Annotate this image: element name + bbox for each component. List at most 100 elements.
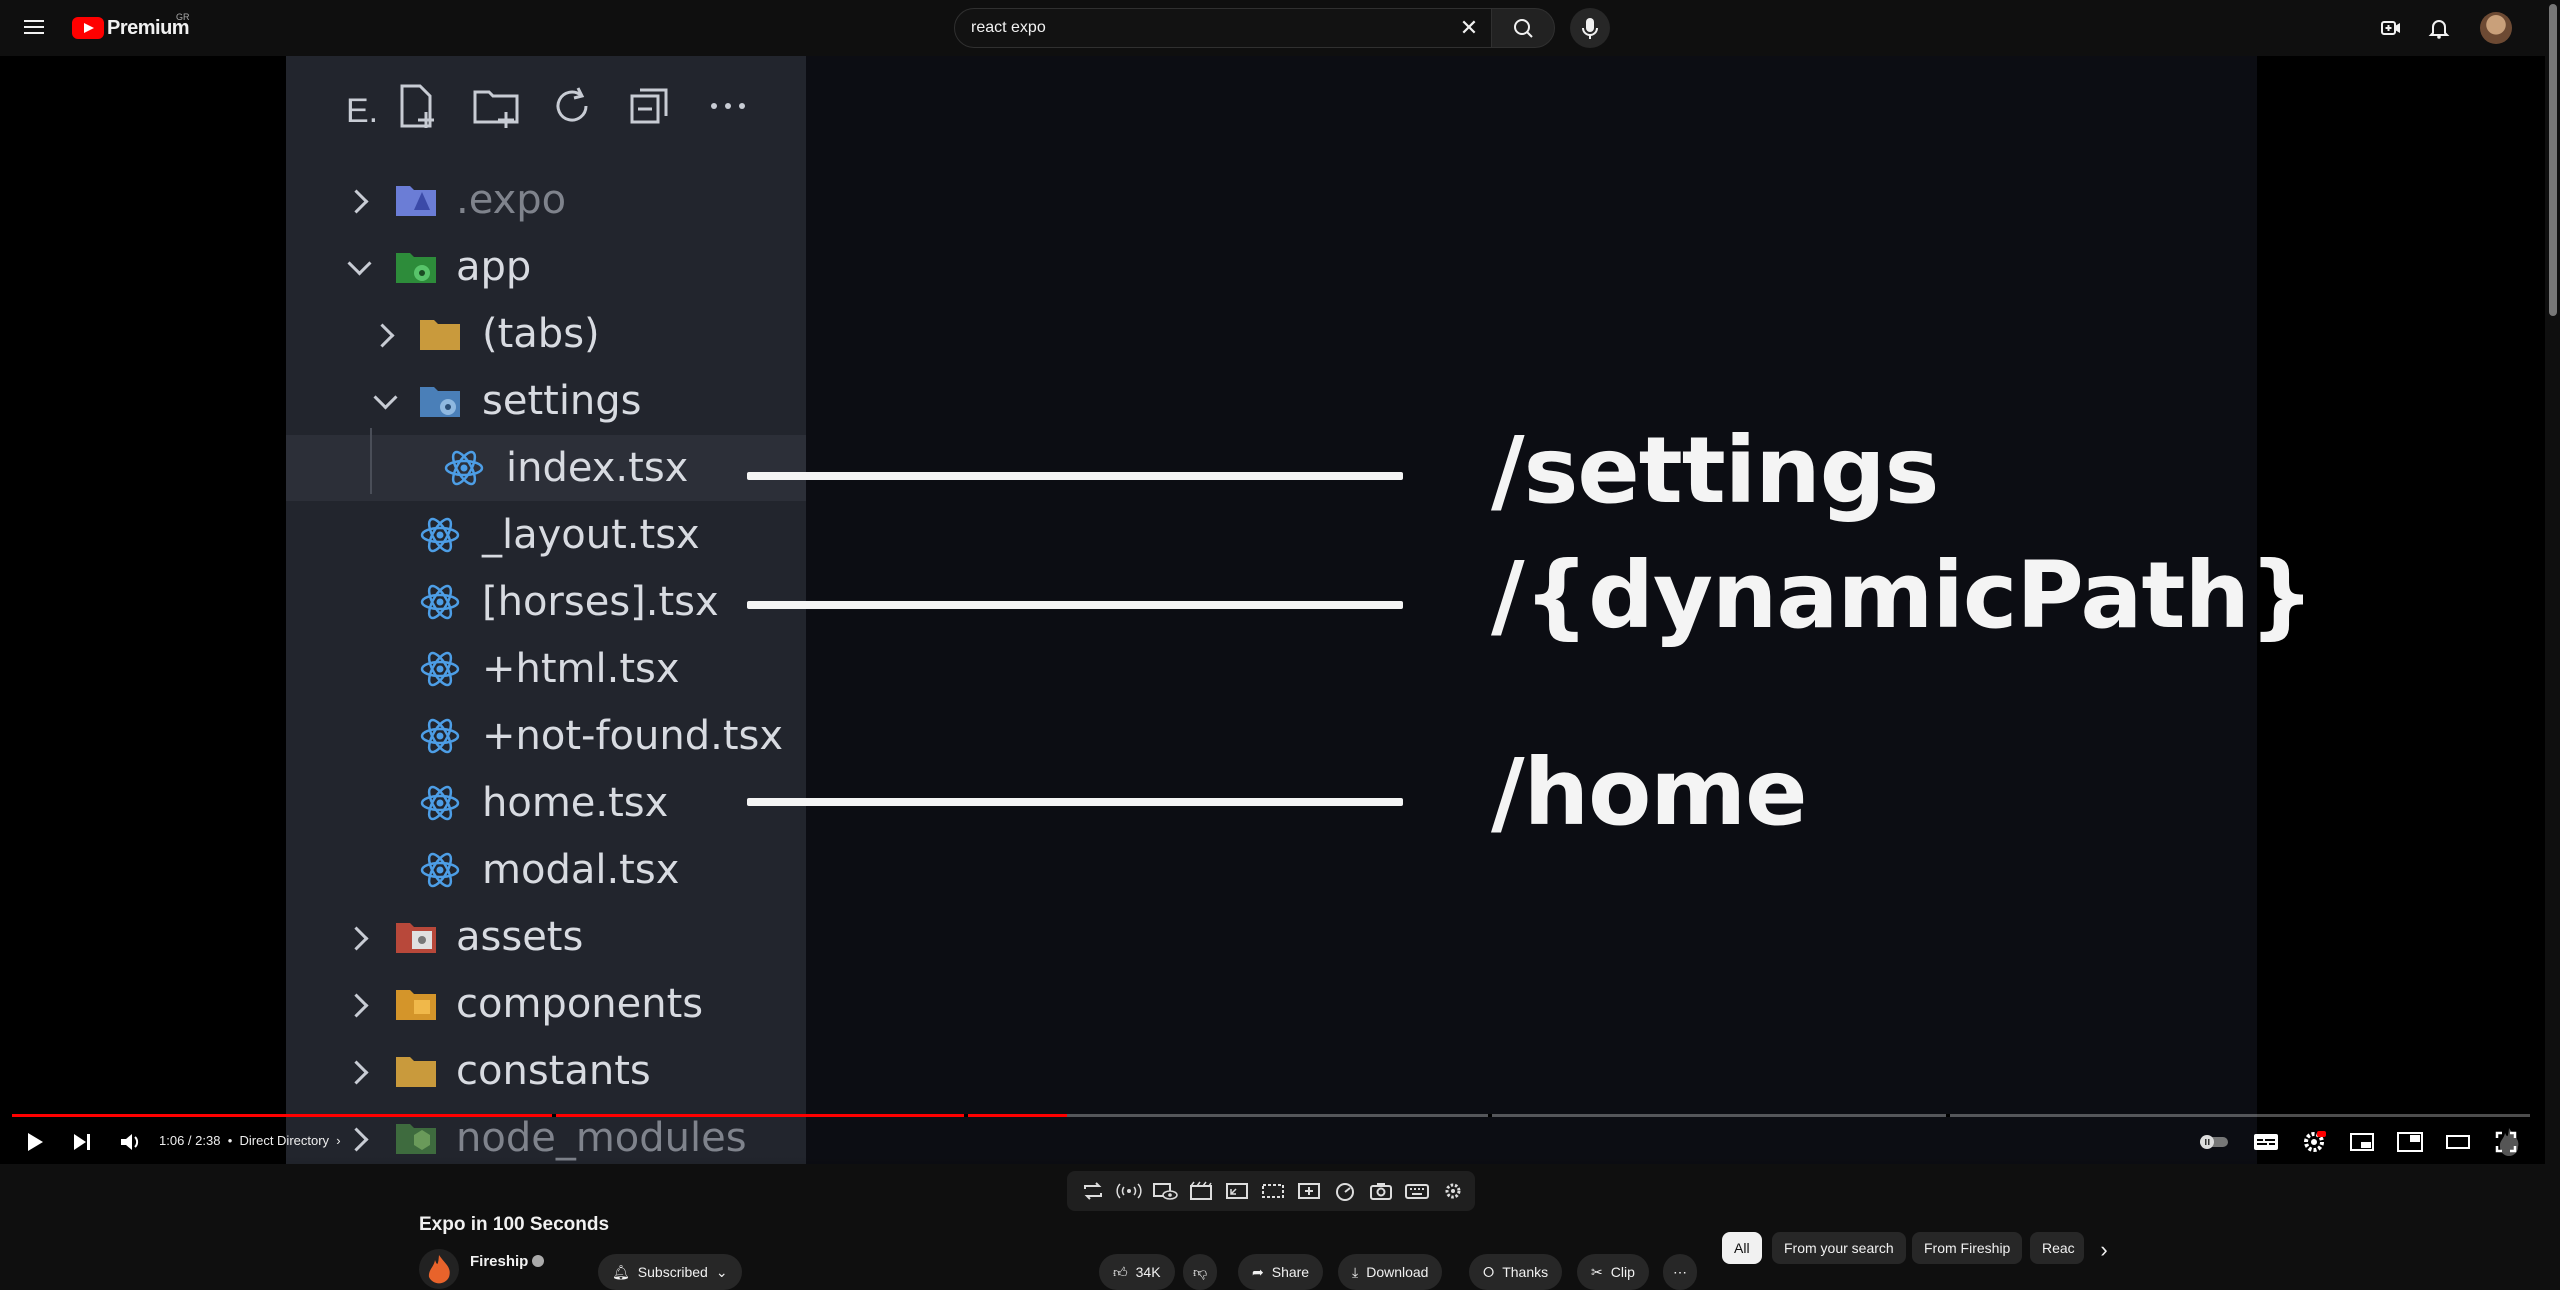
thumbs-down-icon: 👎︎ bbox=[1193, 1263, 1208, 1280]
progress-fill bbox=[12, 1114, 1068, 1117]
audio-mode-icon[interactable] bbox=[1115, 1179, 1143, 1203]
chapter-marker bbox=[964, 1114, 968, 1117]
clip-button[interactable]: ✂ Clip bbox=[1577, 1254, 1649, 1290]
chapter-marker bbox=[1488, 1114, 1492, 1117]
tree-item-label: constants bbox=[456, 1048, 651, 1094]
like-count: 34K bbox=[1135, 1264, 1161, 1280]
chip-react[interactable]: Reac bbox=[2030, 1232, 2084, 1264]
tree-item-modal-file: modal.tsx bbox=[286, 837, 806, 903]
screenshot-icon[interactable] bbox=[1367, 1179, 1395, 1203]
tree-item-index-file: index.tsx bbox=[286, 435, 806, 501]
fit-screen-icon[interactable] bbox=[1259, 1179, 1287, 1203]
clear-search-icon[interactable]: ✕ bbox=[1457, 16, 1481, 40]
fireship-logo-icon bbox=[428, 1255, 450, 1284]
react-file-icon bbox=[420, 517, 460, 553]
like-button[interactable]: 👍︎ 34K bbox=[1099, 1254, 1175, 1290]
subtitles-icon[interactable] bbox=[2248, 1124, 2284, 1160]
thanks-button[interactable]: ⭘ Thanks bbox=[1469, 1254, 1563, 1290]
indent-guide bbox=[370, 428, 372, 494]
tree-item-label: home.tsx bbox=[482, 780, 669, 826]
settings-gear-icon[interactable] bbox=[2296, 1124, 2332, 1160]
channel-name[interactable]: Fireship bbox=[470, 1253, 528, 1270]
chips-next-chevron-icon[interactable]: › bbox=[2090, 1236, 2118, 1264]
progress-bar[interactable] bbox=[12, 1114, 2530, 1117]
refresh-icon bbox=[556, 87, 588, 122]
download-icon: ⤓ bbox=[1352, 1263, 1359, 1280]
time-display: 1:06 / 2:38 • Direct Directory › bbox=[159, 1133, 341, 1148]
share-button[interactable]: ➦ Share bbox=[1238, 1254, 1324, 1290]
youtube-play-icon bbox=[72, 17, 104, 39]
playback-speed-icon[interactable] bbox=[1331, 1179, 1359, 1203]
time-current: 1:06 / 2:38 bbox=[159, 1133, 221, 1148]
tree-item-label: index.tsx bbox=[506, 445, 689, 491]
masthead: Premium GR ✕ bbox=[0, 0, 2560, 56]
volume-button[interactable] bbox=[112, 1124, 148, 1160]
settings-folder-icon bbox=[420, 387, 460, 417]
play-button[interactable] bbox=[16, 1124, 52, 1160]
thanks-icon: ⭘ bbox=[1483, 1263, 1495, 1280]
chevron-right-icon bbox=[374, 324, 394, 344]
chevron-right-icon[interactable]: › bbox=[333, 1133, 340, 1148]
explorer-toolbar: E. bbox=[286, 56, 806, 156]
connector-line-settings bbox=[747, 472, 1403, 480]
chevron-right-icon bbox=[348, 1128, 368, 1148]
app-folder-icon bbox=[396, 253, 436, 283]
bell-icon: 🔔︎ bbox=[612, 1263, 630, 1280]
scrollbar-thumb[interactable] bbox=[2549, 4, 2557, 316]
popup-player-icon[interactable] bbox=[1295, 1179, 1323, 1203]
watched-icon[interactable] bbox=[1151, 1179, 1179, 1203]
fullscreen-icon[interactable] bbox=[2488, 1124, 2524, 1160]
chip-from-your-search[interactable]: From your search bbox=[1772, 1232, 1906, 1264]
tree-item-home-file: home.tsx bbox=[286, 770, 806, 836]
subscribed-button[interactable]: 🔔︎ Subscribed ⌄ bbox=[598, 1254, 742, 1290]
keyboard-shortcuts-icon[interactable] bbox=[1403, 1179, 1431, 1203]
tree-item-app-folder: app bbox=[286, 234, 806, 300]
folder-icon bbox=[396, 1057, 436, 1087]
tree-item-label: [horses].tsx bbox=[482, 579, 719, 625]
more-horizontal-icon: ⋯ bbox=[1673, 1263, 1687, 1280]
search-button[interactable] bbox=[1491, 8, 1555, 48]
miniplayer-icon[interactable] bbox=[2344, 1124, 2380, 1160]
chip-all[interactable]: All bbox=[1722, 1232, 1762, 1264]
tree-item-label: (tabs) bbox=[482, 311, 600, 357]
youtube-logo[interactable]: Premium GR bbox=[72, 12, 190, 40]
tree-item-expo-folder: .expo bbox=[286, 167, 806, 233]
download-button[interactable]: ⤓ Download bbox=[1338, 1254, 1443, 1290]
chapter-marker bbox=[552, 1114, 556, 1117]
create-icon[interactable] bbox=[2379, 16, 2403, 40]
notifications-bell-icon[interactable] bbox=[2427, 16, 2451, 40]
loop-icon[interactable] bbox=[1079, 1179, 1107, 1203]
search-input[interactable] bbox=[971, 19, 1411, 37]
chevron-right-icon bbox=[348, 190, 368, 210]
voice-search-button[interactable] bbox=[1570, 8, 1610, 48]
folder-icon bbox=[420, 320, 460, 350]
page-scrollbar[interactable] bbox=[2545, 0, 2560, 1279]
react-file-icon bbox=[420, 718, 460, 754]
menu-icon[interactable] bbox=[22, 16, 46, 40]
subscribe-label: Subscribed bbox=[637, 1264, 708, 1280]
new-folder-icon bbox=[473, 90, 519, 128]
video-player[interactable]: E. .expo app (tabs) settings index.tsx _… bbox=[0, 56, 2545, 1164]
theater-mode-icon[interactable] bbox=[2440, 1124, 2476, 1160]
chip-from-fireship[interactable]: From Fireship bbox=[1912, 1232, 2023, 1264]
share-icon: ➦ bbox=[1252, 1263, 1264, 1280]
cinema-icon[interactable] bbox=[1187, 1179, 1215, 1203]
video-title: Expo in 100 Seconds bbox=[419, 1214, 610, 1235]
user-avatar[interactable] bbox=[2480, 12, 2512, 44]
next-button[interactable] bbox=[64, 1124, 100, 1160]
tree-item-constants-folder: constants bbox=[286, 1038, 806, 1104]
tree-item-tabs-folder: (tabs) bbox=[286, 301, 806, 367]
channel-avatar[interactable] bbox=[419, 1249, 459, 1289]
file-explorer: E. .expo app (tabs) settings index.tsx _… bbox=[286, 56, 806, 1164]
chevron-right-icon bbox=[348, 994, 368, 1014]
screen-size-icon[interactable] bbox=[1223, 1179, 1251, 1203]
search-icon bbox=[1514, 19, 1533, 38]
picture-in-picture-icon[interactable] bbox=[2392, 1124, 2428, 1160]
autoplay-toggle[interactable] bbox=[2196, 1124, 2232, 1160]
tree-item-label: settings bbox=[482, 378, 642, 424]
more-actions-button[interactable]: ⋯ bbox=[1663, 1254, 1697, 1290]
player-controls bbox=[0, 1156, 2545, 1164]
extension-settings-icon[interactable] bbox=[1439, 1179, 1467, 1203]
chapter-title[interactable]: Direct Directory bbox=[239, 1133, 329, 1148]
dislike-button[interactable]: 👎︎ bbox=[1183, 1254, 1218, 1290]
